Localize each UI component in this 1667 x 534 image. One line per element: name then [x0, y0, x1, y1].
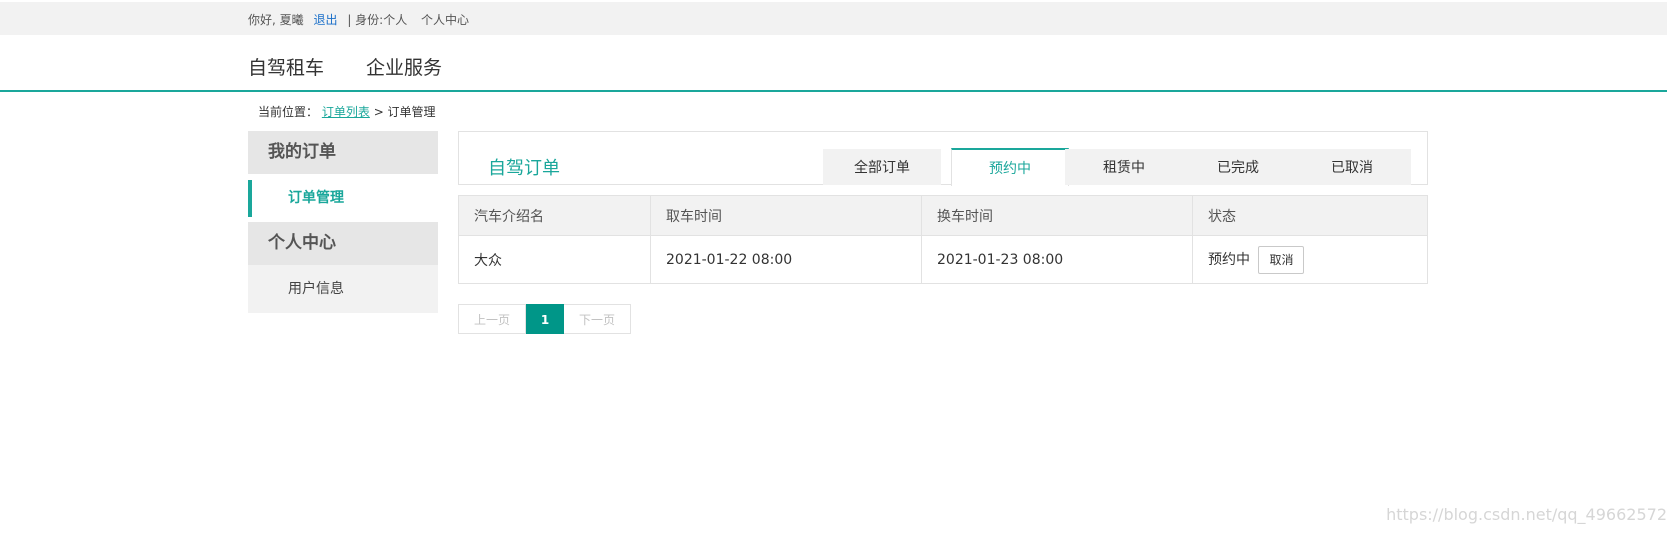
role-text: | 身份:个人 — [347, 13, 408, 27]
tab-reserved[interactable]: 预约中 — [951, 148, 1069, 186]
sidebar: 我的订单 订单管理 个人中心 用户信息 — [248, 131, 438, 313]
column-header-status: 状态 — [1192, 195, 1428, 236]
cell-status: 预约中 取消 — [1192, 235, 1428, 284]
next-page-button[interactable]: 下一页 — [564, 304, 631, 334]
sidebar-group-personal: 个人中心 — [248, 222, 438, 265]
status-text: 预约中 — [1208, 251, 1250, 268]
order-tabbar: 自驾订单 全部订单 预约中 租赁中 已完成 已取消 — [458, 131, 1428, 186]
orders-title: 自驾订单 — [488, 158, 560, 179]
cancel-button[interactable]: 取消 — [1258, 245, 1305, 274]
tab-renting[interactable]: 租赁中 — [1065, 149, 1183, 185]
cell-car-name: 大众 — [458, 235, 651, 284]
table-row: 大众 2021-01-22 08:00 2021-01-23 08:00 预约中… — [458, 235, 1428, 284]
pagination: 上一页 1 下一页 — [458, 304, 631, 334]
orders-panel: 自驾订单 全部订单 预约中 租赁中 已完成 已取消 汽车介绍名 取车时间 换车时… — [458, 131, 1428, 284]
orders-table: 汽车介绍名 取车时间 换车时间 状态 大众 2021-01-22 08:00 2… — [458, 195, 1428, 284]
column-header-pickup: 取车时间 — [650, 195, 922, 236]
breadcrumb-link[interactable]: 订单列表 — [322, 105, 370, 119]
breadcrumb: 当前位置： 订单列表 > 订单管理 — [258, 103, 436, 120]
cell-pickup-time: 2021-01-22 08:00 — [650, 235, 922, 284]
tab-completed[interactable]: 已完成 — [1179, 149, 1297, 185]
breadcrumb-current: > 订单管理 — [373, 105, 436, 119]
greeting-text: 你好, 夏曦 — [248, 13, 304, 27]
top-bar: 你好, 夏曦 退出 | 身份:个人 个人中心 — [0, 2, 1667, 35]
logout-link[interactable]: 退出 — [313, 13, 337, 27]
nav-self-drive[interactable]: 自驾租车 — [248, 53, 324, 80]
tab-cancelled[interactable]: 已取消 — [1293, 149, 1411, 185]
table-header-row: 汽车介绍名 取车时间 换车时间 状态 — [458, 195, 1428, 236]
tab-all-orders[interactable]: 全部订单 — [823, 149, 941, 185]
sidebar-item-user-info[interactable]: 用户信息 — [248, 265, 438, 313]
sidebar-item-order-management[interactable]: 订单管理 — [248, 180, 438, 217]
cell-return-time: 2021-01-23 08:00 — [921, 235, 1193, 284]
personal-center-link[interactable]: 个人中心 — [421, 13, 469, 27]
breadcrumb-prefix: 当前位置： — [258, 105, 319, 119]
column-header-return: 换车时间 — [921, 195, 1193, 236]
sidebar-group-orders: 我的订单 — [248, 131, 438, 174]
column-header-car: 汽车介绍名 — [458, 195, 651, 236]
current-page[interactable]: 1 — [526, 304, 564, 334]
main-nav: 自驾租车 企业服务 — [0, 35, 1667, 92]
watermark: https://blog.csdn.net/qq_49662572 — [1386, 505, 1667, 524]
nav-enterprise[interactable]: 企业服务 — [366, 53, 442, 80]
prev-page-button[interactable]: 上一页 — [458, 304, 526, 334]
